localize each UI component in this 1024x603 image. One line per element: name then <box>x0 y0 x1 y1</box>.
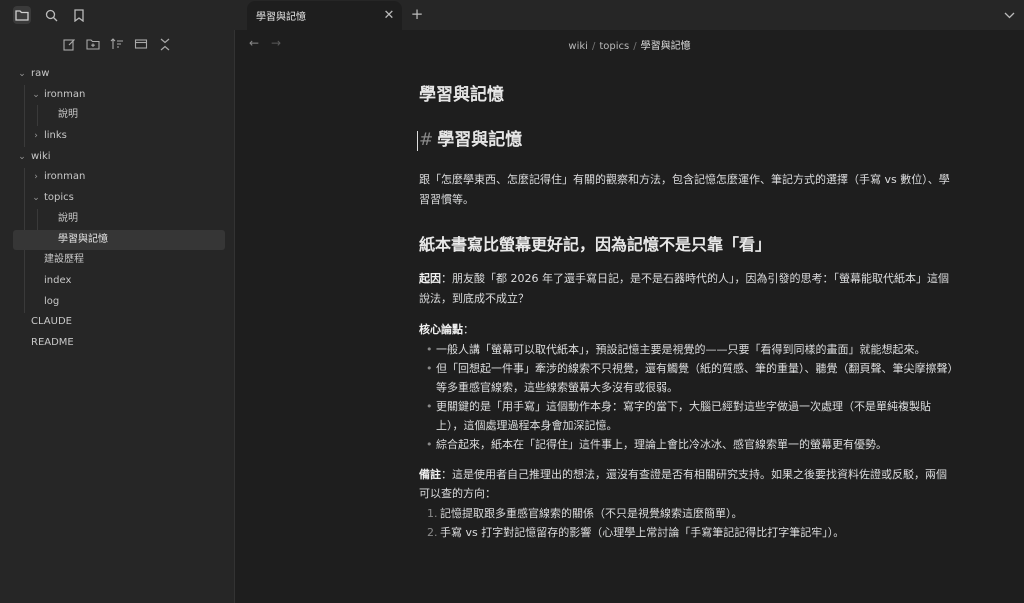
cause-paragraph: 起因：朋友酸「都 2026 年了還手寫日記，是不是石器時代的人」，因為引發的思考… <box>419 269 954 308</box>
tree-folder-ironman[interactable]: ⌄ ironman <box>0 85 234 106</box>
chevron-down-icon: ⌄ <box>32 89 40 100</box>
inline-title[interactable]: 學習與記憶 <box>419 80 954 110</box>
new-tab-plus-icon[interactable]: + <box>408 5 426 23</box>
tab-title: 學習與記憶 <box>256 12 306 23</box>
directions-list: 1. 記憶提取跟多重感官線索的關係（不只是視覺線索這麼簡單）。 2. 手寫 vs 打… <box>419 504 954 543</box>
chevron-right-icon: › <box>34 131 38 142</box>
chevron-down-icon: ⌄ <box>18 69 26 79</box>
tree-item-label: 建設歷程 <box>44 254 84 266</box>
breadcrumb: wiki / topics / 學習與記憶 <box>568 41 691 52</box>
tree-file-readme[interactable]: README <box>0 333 234 354</box>
tree-folder-raw[interactable]: ⌄ raw <box>0 64 234 85</box>
core-colon: ： <box>463 323 474 336</box>
cause-text: ：朋友酸「都 2026 年了還手寫日記，是不是石器時代的人」，因為引發的思考：「… <box>419 272 949 305</box>
search-icon[interactable] <box>42 6 60 24</box>
tree-folder-wiki[interactable]: ⌄ wiki <box>0 147 234 168</box>
tree-file-index[interactable]: index <box>0 271 234 292</box>
tree-item-label: index <box>44 274 72 286</box>
intro-paragraph: 跟「怎麼學東西、怎麼記得住」有關的觀察和方法，包含記憶怎麼運作、筆記方式的選擇（… <box>419 173 950 206</box>
heading-1-text: 學習與記憶 <box>437 130 523 150</box>
tree-item-label: 說明 <box>58 212 78 224</box>
list-item: 但「回想起一件事」牽涉的線索不只視覺，還有觸覺（紙的質感、筆的重量）、聽覺（翻頁… <box>419 359 954 397</box>
view-header: ← → wiki / topics / 學習與記憶 <box>235 30 1024 58</box>
close-icon[interactable]: ✕ <box>382 8 396 23</box>
heading-1[interactable]: # 學習與記憶 <box>417 126 954 154</box>
sidebar-header <box>0 0 234 30</box>
remark-paragraph: 備註：這是使用者自己推理出的想法，還沒有查證是否有相關研究支持。如果之後要找資料… <box>419 465 954 504</box>
tree-item-label: ironman <box>44 88 86 100</box>
breadcrumb-wiki[interactable]: wiki <box>568 41 588 52</box>
list-item-text: 手寫 vs 打字對記憶留存的影響（心理學上常討論「手寫筆記記得比打字筆記牢」）。 <box>440 526 845 539</box>
heading-2[interactable]: 紙本書寫比螢幕更好記，因為記憶不是只靠「看」 <box>419 232 954 258</box>
remark-label: 備註 <box>419 467 441 481</box>
tree-folder-ironman[interactable]: › ironman <box>0 167 234 188</box>
title-bar: 學習與記憶 ✕ + <box>0 0 1024 30</box>
chevron-down-icon[interactable] <box>1000 6 1018 24</box>
selection-highlight <box>13 229 225 250</box>
list-item-text: 記憶提取跟多重感官線索的關係（不只是視覺線索這麼簡單）。 <box>440 506 743 520</box>
tree-item-label: raw <box>31 68 50 79</box>
chevron-down-icon: ⌄ <box>18 151 26 162</box>
list-item: 1. 記憶提取跟多重感官線索的關係（不只是視覺線索這麼簡單）。 <box>427 506 743 520</box>
core-label: 核心論點 <box>419 323 463 336</box>
tree-item-label: log <box>44 295 60 307</box>
sort-icon[interactable] <box>107 36 127 52</box>
tree-item-label: CLAUDE <box>31 316 72 328</box>
file-tree: ⌄ raw ⌄ ironman 說明 › links ⌄ wiki › iron… <box>0 64 234 354</box>
tab-active-note[interactable]: 學習與記憶 ✕ <box>247 1 402 30</box>
list-item: 一般人講「螢幕可以取代紙本」，預設記憶主要是視覺的——只要「看得到同樣的畫面」就… <box>419 340 954 359</box>
tree-item-label: README <box>31 336 74 348</box>
chevron-right-icon: › <box>34 172 38 183</box>
tree-file-history[interactable]: 建設歷程 <box>0 250 234 271</box>
note-editor[interactable]: 學習與記憶 # 學習與記憶 跟「怎麼學東西、怎麼記得住」有關的觀察和方法，包含記憶… <box>417 80 954 543</box>
core-points-list: 一般人講「螢幕可以取代紙本」，預設記憶主要是視覺的——只要「看得到同樣的畫面」就… <box>419 340 954 454</box>
list-item: 綜合起來，紙本在「記得住」這件事上，理論上會比冷冰冰、感官線索單一的螢幕更有優勢… <box>419 435 954 454</box>
new-note-icon[interactable] <box>59 36 79 52</box>
tree-file-selected[interactable]: 學習與記憶 <box>0 229 234 251</box>
tree-file-claude[interactable]: CLAUDE <box>0 312 234 333</box>
explorer-actions <box>59 36 175 52</box>
tree-item-label: wiki <box>31 150 51 162</box>
remark-text: ：這是使用者自己推理出的想法，還沒有查證是否有相關研究支持。如果之後要找資料佐證… <box>419 467 947 501</box>
list-item: 2. 手寫 vs 打字對記憶留存的影響（心理學上常討論「手寫筆記記得比打字筆記牢」… <box>427 526 845 539</box>
tree-folder-links[interactable]: › links <box>0 126 234 147</box>
tree-file-shuoming[interactable]: 說明 <box>0 105 234 126</box>
list-item: 更關鍵的是「用手寫」這個動作本身：寫字的當下，大腦已經對這些字做過一次處理（不是… <box>419 397 954 435</box>
bookmark-icon[interactable] <box>70 6 88 24</box>
tree-file-log[interactable]: log <box>0 292 234 313</box>
text-cursor <box>417 131 418 151</box>
breadcrumb-topics[interactable]: topics <box>599 41 629 52</box>
collapse-all-icon[interactable] <box>155 36 175 52</box>
tree-file-shuoming[interactable]: 說明 <box>0 209 234 230</box>
tree-folder-topics[interactable]: ⌄ topics <box>0 188 234 209</box>
files-view-icon[interactable] <box>13 6 31 24</box>
tree-item-label: topics <box>44 192 74 204</box>
tree-item-label: ironman <box>44 171 86 183</box>
core-heading: 核心論點： <box>419 320 954 340</box>
chevron-down-icon: ⌄ <box>32 193 40 204</box>
file-explorer: ⌄ raw ⌄ ironman 說明 › links ⌄ wiki › iron… <box>0 30 235 603</box>
cause-label: 起因 <box>419 272 441 285</box>
tree-item-label: 學習與記憶 <box>58 233 108 245</box>
tree-item-label: 說明 <box>58 109 78 121</box>
breadcrumb-current[interactable]: 學習與記憶 <box>641 41 691 52</box>
tree-item-label: links <box>44 130 67 142</box>
auto-reveal-icon[interactable] <box>131 36 151 52</box>
heading-marker: # <box>419 130 434 150</box>
new-folder-icon[interactable] <box>83 36 103 52</box>
